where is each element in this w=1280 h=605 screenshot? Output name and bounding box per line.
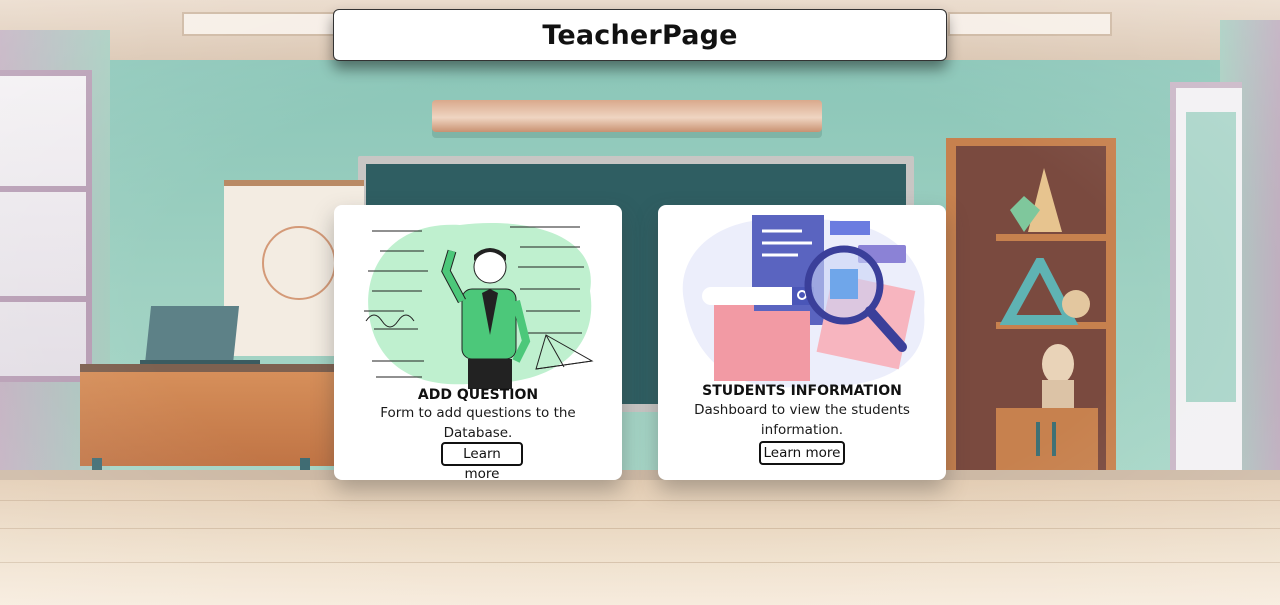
page-header: TeacherPage	[333, 9, 947, 61]
students-information-card: STUDENTS INFORMATION Dashboard to view t…	[658, 205, 946, 480]
add-question-learn-more-button[interactable]: Learn more	[441, 442, 523, 482]
add-question-card: ADD QUESTION Form to add questions to th…	[334, 205, 622, 482]
card-description: Dashboard to view the students informati…	[694, 402, 910, 438]
classroom-background	[0, 0, 1280, 605]
students-information-learn-more-button[interactable]: Learn more	[759, 441, 845, 465]
vignette	[0, 0, 1280, 605]
card-title: STUDENTS INFORMATION	[702, 383, 902, 399]
card-title: ADD QUESTION	[417, 387, 539, 403]
folder-search-illustration	[682, 215, 925, 388]
card-description: Form to add questions to the Database.	[380, 405, 576, 441]
teacher-chalkboard-illustration	[364, 222, 594, 389]
page-title: TeacherPage	[542, 19, 738, 51]
